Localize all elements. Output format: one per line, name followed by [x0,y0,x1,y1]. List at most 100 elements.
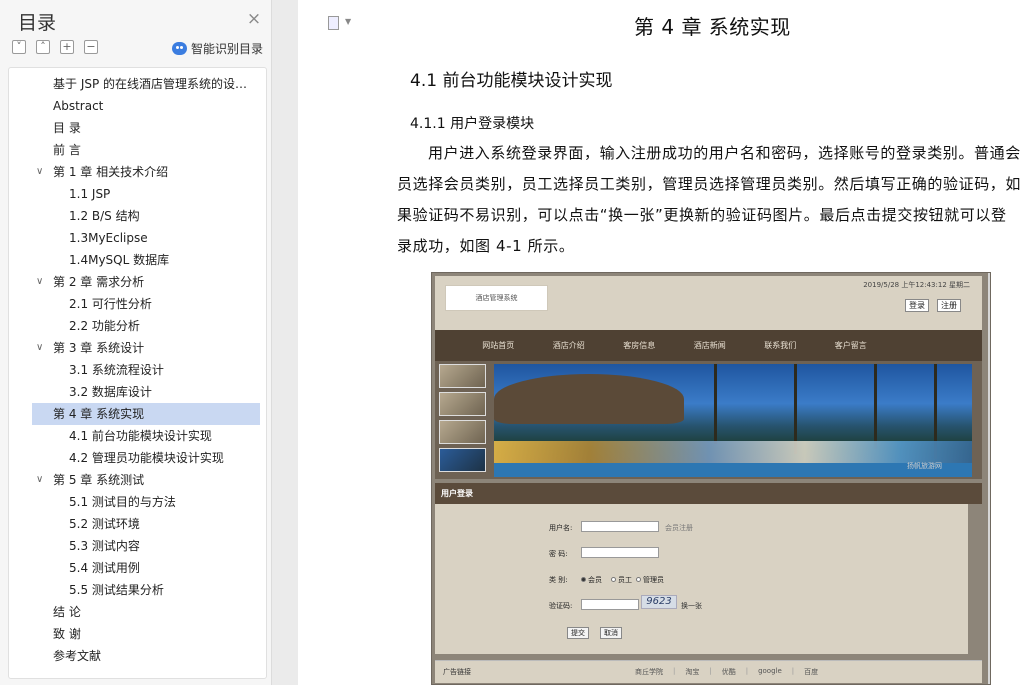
chevron-down-icon[interactable]: ∨ [36,337,46,359]
site-nav-item[interactable]: 联系我们 [745,330,816,361]
pdf-reader-window: 目录 × ˅ ˄ + − 智能识别目录 基于 JSP 的在线酒店管理系统的设计与… [0,0,1024,685]
refresh-captcha-link[interactable]: 换一张 [681,601,702,611]
page-view-icon[interactable] [328,16,339,30]
captcha-input[interactable] [581,599,639,610]
site-footer: 广告链接 商丘学院 | 淘宝 | 优酷 | google | 百度 [435,660,982,683]
chevron-down-icon[interactable]: ∨ [36,271,46,293]
sidebar-title: 目录 [18,12,57,34]
chevron-down-icon[interactable]: ∨ [36,469,46,491]
toc-item[interactable]: 1.3MyEclipse [69,227,259,249]
username-input[interactable] [581,521,659,532]
site-nav-item[interactable]: 网站首页 [463,330,534,361]
login-header-bar: 用户登录 [435,483,982,504]
toc-item[interactable]: 1.2 B/S 结构 [69,205,259,227]
toc-item[interactable]: 基于 JSP 的在线酒店管理系统的设计与实现 [53,73,259,95]
banner-pool [494,463,972,477]
site-nav-item[interactable]: 客户留言 [816,330,887,361]
banner-thumbnail[interactable] [439,364,486,388]
site-register-button[interactable]: 注册 [937,299,961,312]
toc-item[interactable]: 目 录 [53,117,259,139]
password-label: 密 码: [549,550,568,558]
toc-item[interactable]: 5.3 测试内容 [69,535,259,557]
banner-thumbnail[interactable] [439,420,486,444]
site-datetime: 2019/5/28 上午12:43:12 星期二 [863,281,970,289]
figure-edge-shadow [988,273,990,684]
toc-item[interactable]: 5.2 测试环境 [69,513,259,535]
site-header: 酒店管理系统 2019/5/28 上午12:43:12 星期二 登录 注册 [435,276,982,330]
toc-item[interactable]: 第 2 章 需求分析 [53,271,259,293]
footer-links: 商丘学院 | 淘宝 | 优酷 | google | 百度 [635,667,818,677]
site-logo: 酒店管理系统 [445,285,548,311]
footer-link[interactable]: 商丘学院 [635,667,663,677]
site-nav-item[interactable]: 酒店新闻 [675,330,746,361]
captcha-image[interactable]: 9623 [641,595,677,609]
site-nav-item[interactable]: 酒店介绍 [534,330,605,361]
radio-admin-label: 管理员 [643,576,664,584]
subsection-heading: 4.1.1 用户登录模块 [410,116,535,132]
toc-item[interactable]: 第 3 章 系统设计 [53,337,259,359]
toc-item[interactable]: 2.2 功能分析 [69,315,259,337]
banner-thumbnail[interactable] [439,392,486,416]
site-nav-item[interactable]: 客房信息 [604,330,675,361]
chevron-down-icon[interactable]: ∨ [36,161,46,183]
toc-item[interactable]: 5.5 测试结果分析 [69,579,259,601]
login-form: 用户名: 会员注册 密 码: 类 别: 会员 员工 管理员 验证码: 9623 … [435,504,968,654]
plus-icon[interactable]: + [60,40,74,54]
toc-item[interactable]: 5.4 测试用例 [69,557,259,579]
radio-dot-icon [611,577,616,582]
password-input[interactable] [581,547,659,558]
footer-link[interactable]: 百度 [804,667,818,677]
toc-item[interactable]: 致 谢 [53,623,259,645]
banner-resort-image: 扬帆旅游网 [494,364,972,477]
toc-item[interactable]: 第 1 章 相关技术介绍 [53,161,259,183]
collapse-all-icon[interactable]: ˅ [12,40,26,54]
toc-item[interactable]: Abstract [53,95,259,117]
toc-item[interactable]: 3.1 系统流程设计 [69,359,259,381]
radio-dot-icon [581,577,586,582]
radio-dot-icon [636,577,641,582]
expand-up-icon[interactable]: ˄ [36,40,50,54]
site-login-button[interactable]: 登录 [905,299,929,312]
toc-list: 基于 JSP 的在线酒店管理系统的设计与实现Abstract目 录前 言 ∨ 第 1… [8,67,267,679]
toc-item[interactable]: 参考文献 [53,645,259,667]
footer-link[interactable]: 淘宝 [685,667,699,677]
document-page: ▼ 第 4 章 系统实现 4.1 前台功能模块设计实现 4.1.1 用户登录模块… [298,0,1024,685]
radio-admin[interactable]: 管理员 [636,575,664,585]
radio-member-label: 会员 [588,576,602,584]
site-banner: 扬帆旅游网 [435,361,982,479]
radio-staff[interactable]: 员工 [611,575,632,585]
toc-item[interactable]: 1.4MySQL 数据库 [69,249,259,271]
footer-link[interactable]: google [758,667,782,677]
member-register-link[interactable]: 会员注册 [665,523,693,533]
footer-separator: | [791,667,795,675]
toc-item[interactable]: 2.1 可行性分析 [69,293,259,315]
username-label: 用户名: [549,524,573,532]
footer-link[interactable]: 优酷 [722,667,736,677]
smart-toc-button[interactable]: 智能识别目录 [172,40,263,57]
footer-label: 广告链接 [443,668,471,676]
cancel-button[interactable]: 取消 [600,627,622,639]
captcha-label: 验证码: [549,602,573,610]
toc-item[interactable]: 1.1 JSP [69,183,259,205]
toc-sidebar: 目录 × ˅ ˄ + − 智能识别目录 基于 JSP 的在线酒店管理系统的设计与… [0,0,272,685]
toc-item[interactable]: 4.1 前台功能模块设计实现 [69,425,259,447]
toc-item[interactable]: 第 5 章 系统测试 [53,469,259,491]
footer-separator: | [745,667,749,675]
minus-icon[interactable]: − [84,40,98,54]
smart-toc-label: 智能识别目录 [191,42,264,56]
toc-item[interactable]: 3.2 数据库设计 [69,381,259,403]
toc-item[interactable]: 4.2 管理员功能模块设计实现 [69,447,259,469]
palm-tree-shape [714,364,717,444]
toc-item[interactable]: 结 论 [53,601,259,623]
radio-staff-label: 员工 [618,576,632,584]
close-icon[interactable]: × [245,10,263,28]
toc-item[interactable]: 5.1 测试目的与方法 [69,491,259,513]
type-label: 类 别: [549,576,568,584]
banner-thumbnail[interactable] [439,448,486,472]
toc-item[interactable]: 前 言 [53,139,259,161]
banner-roof-shape [494,374,684,424]
toc-item[interactable]: 第 4 章 系统实现 [32,403,260,425]
chevron-down-icon[interactable]: ▼ [345,17,351,26]
radio-member[interactable]: 会员 [581,575,602,585]
submit-button[interactable]: 提交 [567,627,589,639]
